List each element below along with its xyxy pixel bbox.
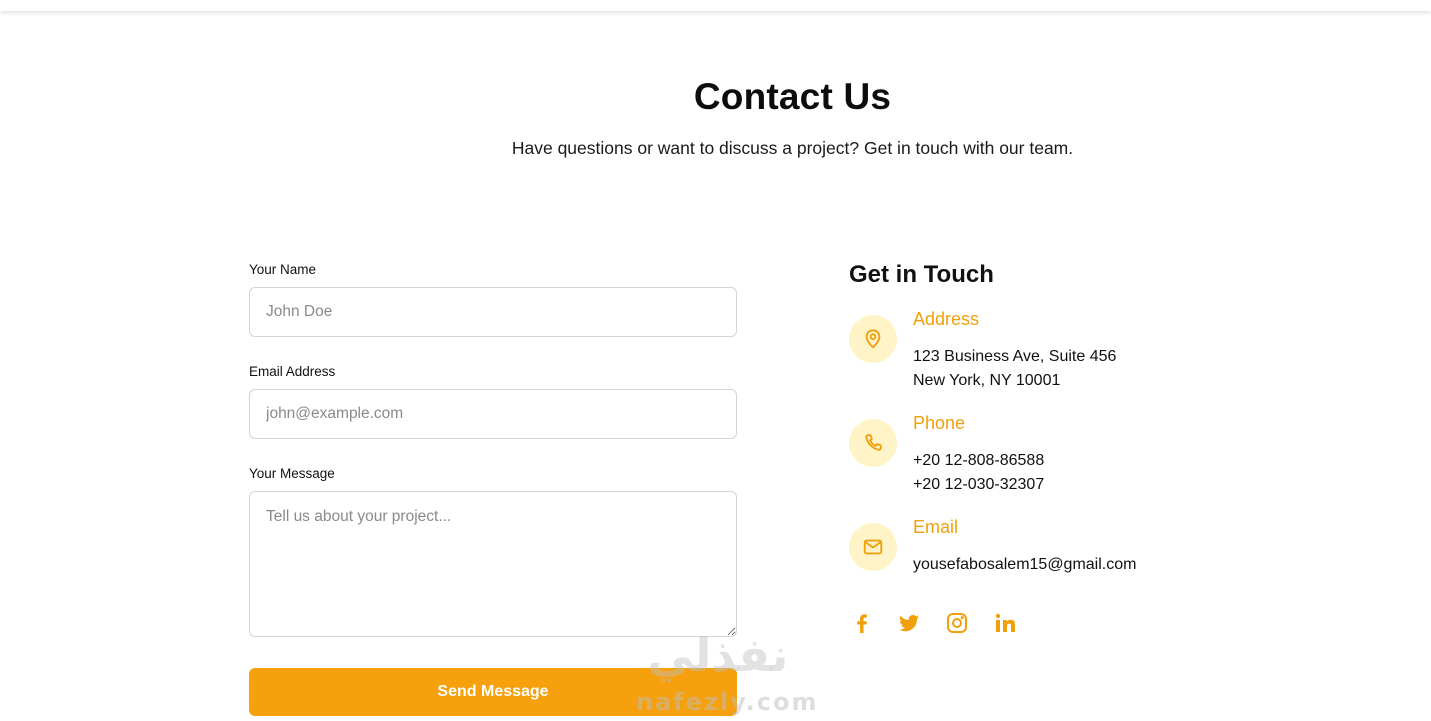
email-title: Email (913, 517, 959, 537)
twitter-icon (899, 614, 919, 632)
address-title: Address (913, 309, 980, 329)
phone-line-1: +20 12-808-86588 (913, 452, 1045, 469)
top-navbar (0, 0, 1431, 11)
contact-heading: Get in Touch (849, 261, 994, 288)
map-pin-icon (865, 329, 881, 349)
phone-icon-circle (849, 419, 897, 467)
email-line-1: yousefabosalem15@gmail.com (913, 556, 1137, 573)
name-field-group: Your Name (249, 262, 737, 364)
facebook-icon (857, 614, 867, 633)
twitter-link[interactable] (896, 609, 922, 637)
message-field-group: Your Message (249, 466, 737, 637)
email-field-group: Email Address (249, 364, 737, 466)
email-input[interactable] (249, 389, 737, 439)
address-line-1: 123 Business Ave, Suite 456 (913, 348, 1117, 365)
email-label: Email Address (249, 364, 336, 379)
contact-info: Get in Touch Address 123 Business Ave, S… (849, 260, 1269, 573)
facebook-link[interactable] (849, 609, 875, 637)
linkedin-icon (995, 613, 1015, 632)
phone-line-2: +20 12-030-32307 (913, 476, 1045, 493)
name-input[interactable] (249, 287, 737, 337)
message-textarea[interactable] (249, 491, 737, 637)
email-icon-circle (849, 523, 897, 571)
send-message-button[interactable]: Send Message (249, 668, 737, 716)
name-label: Your Name (249, 262, 317, 277)
page-subtitle: Have questions or want to discuss a proj… (511, 138, 1074, 158)
mail-icon (863, 539, 883, 555)
address-line-2: New York, NY 10001 (913, 372, 1061, 389)
instagram-icon (947, 613, 967, 633)
instagram-link[interactable] (944, 609, 970, 637)
page-title: Contact Us (693, 76, 892, 117)
contact-form: Your Name Email Address Your Message (249, 262, 737, 637)
address-icon-circle (849, 315, 897, 363)
message-label: Your Message (249, 466, 335, 481)
phone-icon (865, 434, 882, 451)
linkedin-link[interactable] (992, 609, 1018, 637)
phone-title: Phone (913, 413, 966, 433)
